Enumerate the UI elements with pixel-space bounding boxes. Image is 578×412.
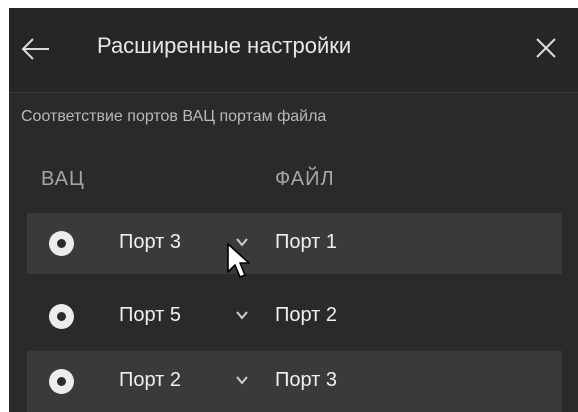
column-header-vac: ВАЦ (41, 168, 85, 190)
port-mapping-row: Порт 2 Порт 3 (27, 351, 562, 412)
section-subtitle: Соответствие портов ВАЦ портам файла (21, 108, 327, 125)
vac-port-dropdown[interactable]: Порт 2 (105, 351, 255, 412)
panel-header: Расширенные настройки (9, 8, 578, 92)
vac-port-value: Порт 2 (119, 369, 182, 391)
vac-port-value: Порт 3 (119, 231, 182, 253)
radio-button[interactable] (49, 231, 74, 256)
port-mapping-row: Порт 3 Порт 1 (27, 213, 562, 274)
chevron-down-icon (236, 238, 248, 247)
chevron-down-icon (236, 311, 248, 320)
back-button[interactable] (19, 32, 53, 66)
arrow-left-icon (21, 38, 49, 60)
vac-port-dropdown[interactable]: Порт 3 (105, 213, 255, 274)
file-port-value: Порт 3 (275, 369, 338, 391)
radio-button[interactable] (49, 304, 74, 329)
advanced-settings-panel: Расширенные настройки Соответствие порто… (9, 8, 578, 412)
close-icon (536, 38, 556, 58)
panel-title: Расширенные настройки (97, 33, 352, 58)
file-port-value: Порт 2 (275, 304, 338, 326)
vac-port-dropdown[interactable]: Порт 5 (105, 286, 255, 347)
port-mapping-row: Порт 5 Порт 2 (27, 286, 562, 347)
chevron-down-icon (236, 376, 248, 385)
vac-port-value: Порт 5 (119, 304, 182, 326)
radio-button[interactable] (49, 369, 74, 394)
file-port-value: Порт 1 (275, 231, 338, 253)
header-divider (9, 92, 578, 93)
close-button[interactable] (529, 31, 563, 65)
column-header-file: ФАЙЛ (275, 168, 335, 190)
